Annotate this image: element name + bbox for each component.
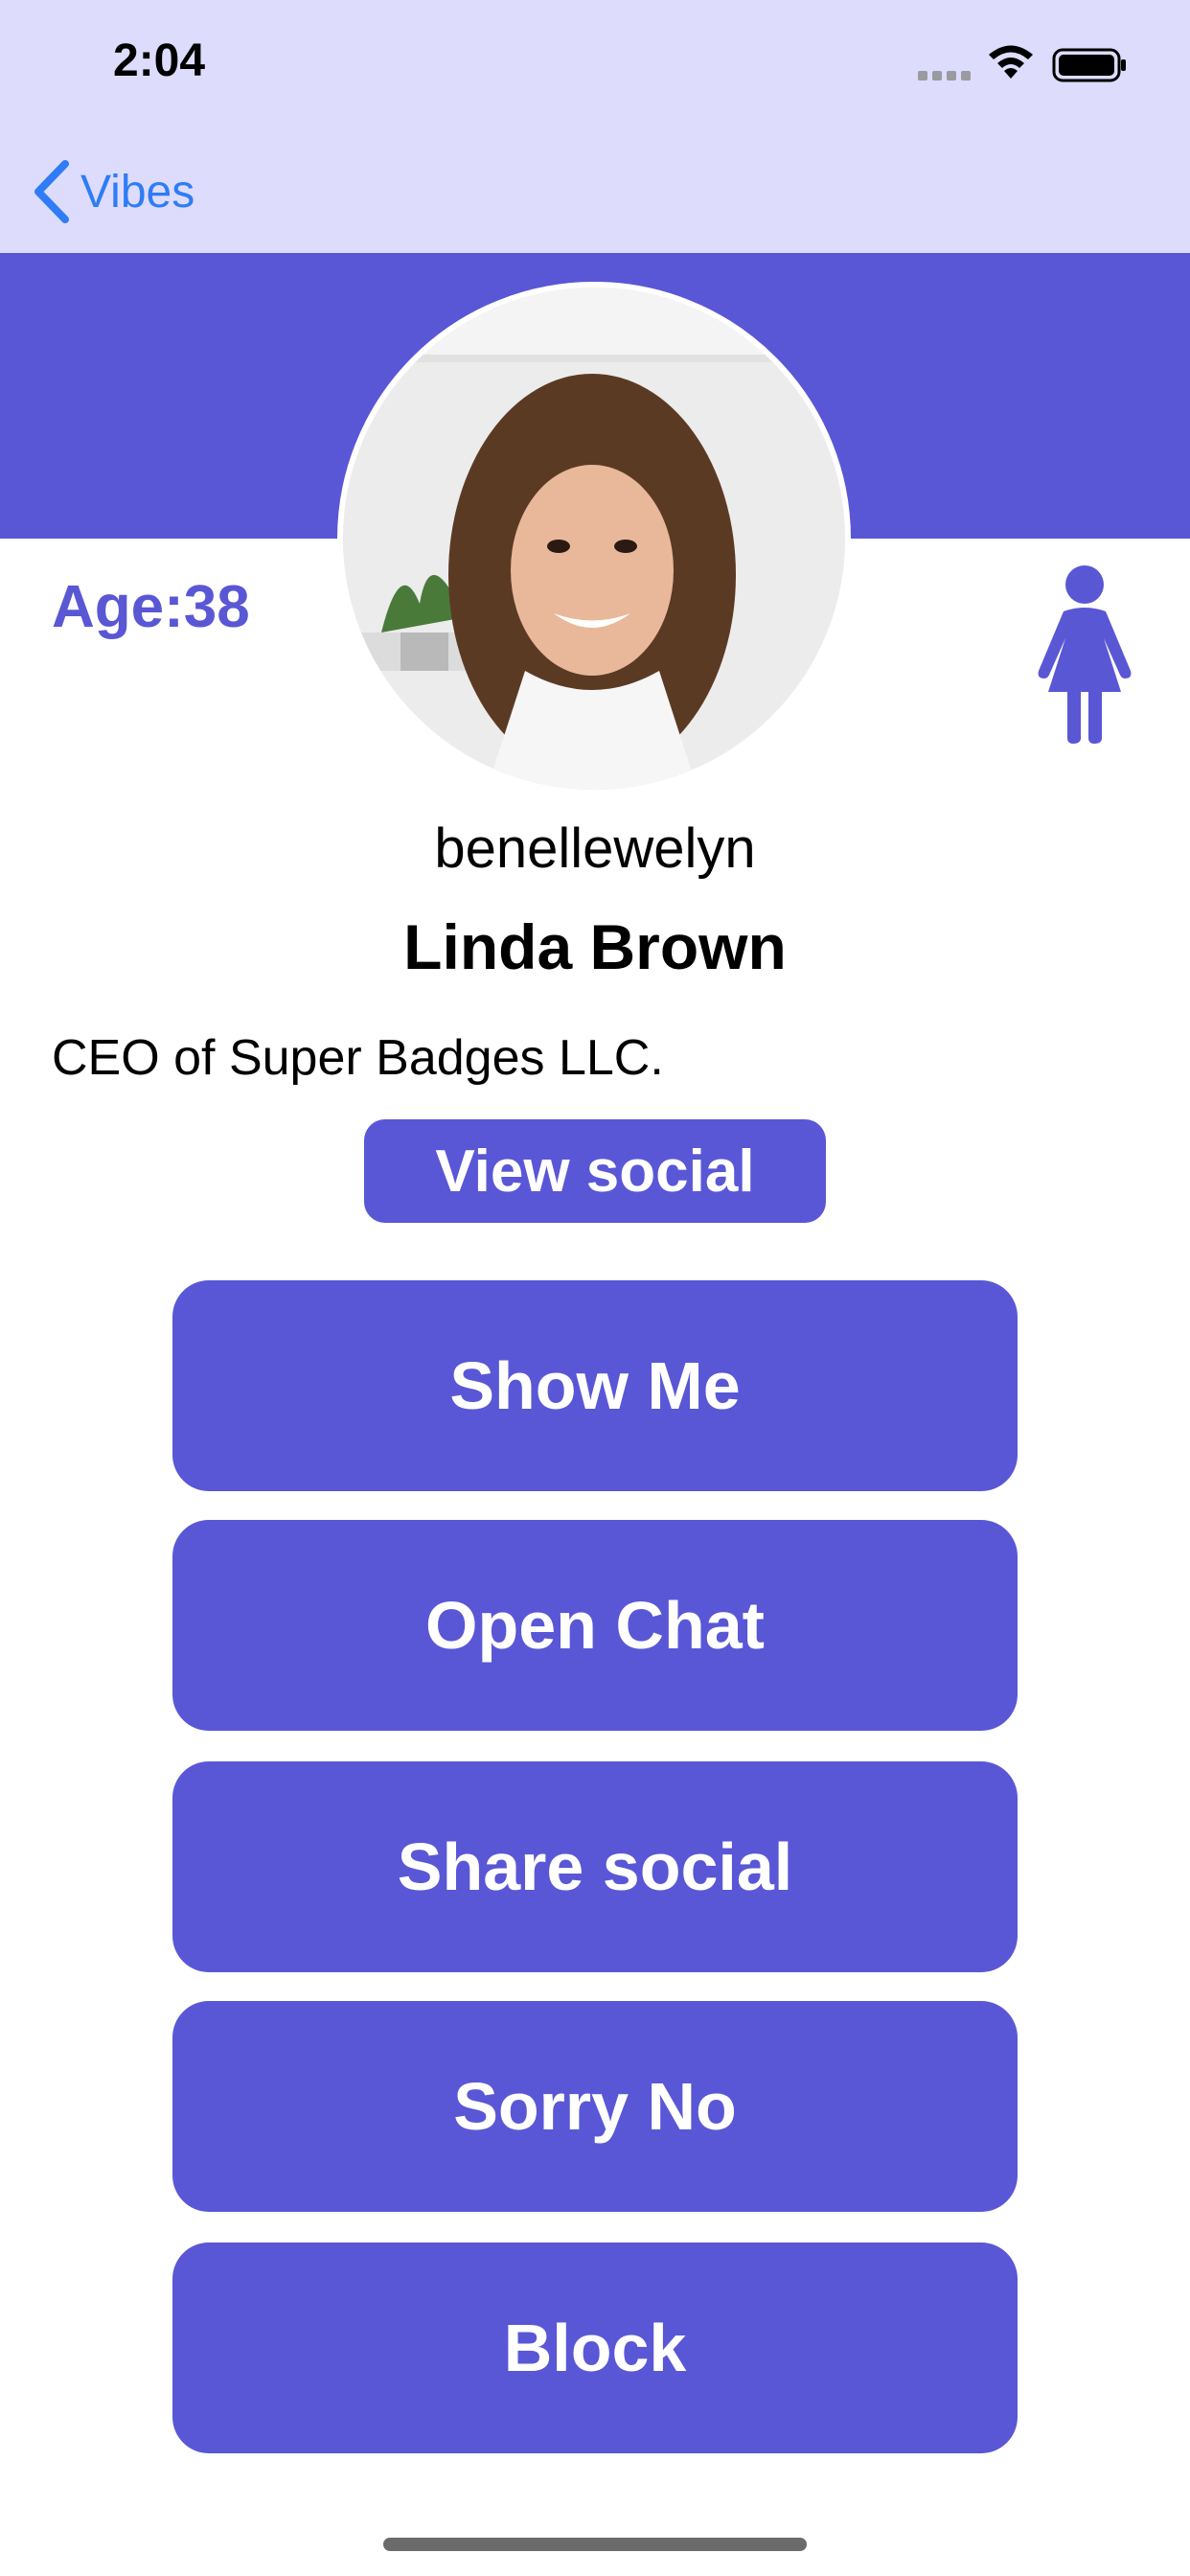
navigation-bar: Vibes	[0, 126, 1190, 253]
back-button[interactable]: Vibes	[33, 153, 195, 230]
wifi-icon	[989, 45, 1033, 79]
username: benellewelyn	[434, 817, 756, 880]
back-button-label: Vibes	[80, 166, 195, 218]
age-label: Age:38	[52, 574, 250, 640]
full-name: Linda Brown	[403, 911, 787, 982]
bio-text: CEO of Super Badges LLC.	[52, 1030, 664, 1086]
female-icon	[1038, 565, 1132, 744]
sorry-no-button[interactable]: Sorry No	[172, 2001, 1018, 2212]
share-social-button[interactable]: Share social	[172, 1761, 1018, 1972]
home-indicator[interactable]	[383, 2538, 807, 2551]
cellular-signal-icon	[918, 71, 971, 80]
battery-icon	[1052, 48, 1126, 82]
profile-photo	[343, 288, 845, 790]
block-button[interactable]: Block	[172, 2242, 1018, 2453]
chevron-left-icon	[34, 160, 69, 223]
status-time: 2:04	[113, 35, 206, 86]
open-chat-button[interactable]: Open Chat	[172, 1520, 1018, 1731]
avatar	[337, 282, 851, 795]
status-bar: 2:04	[0, 0, 1190, 126]
view-social-button[interactable]: View social	[364, 1119, 826, 1223]
show-me-button[interactable]: Show Me	[172, 1280, 1018, 1491]
